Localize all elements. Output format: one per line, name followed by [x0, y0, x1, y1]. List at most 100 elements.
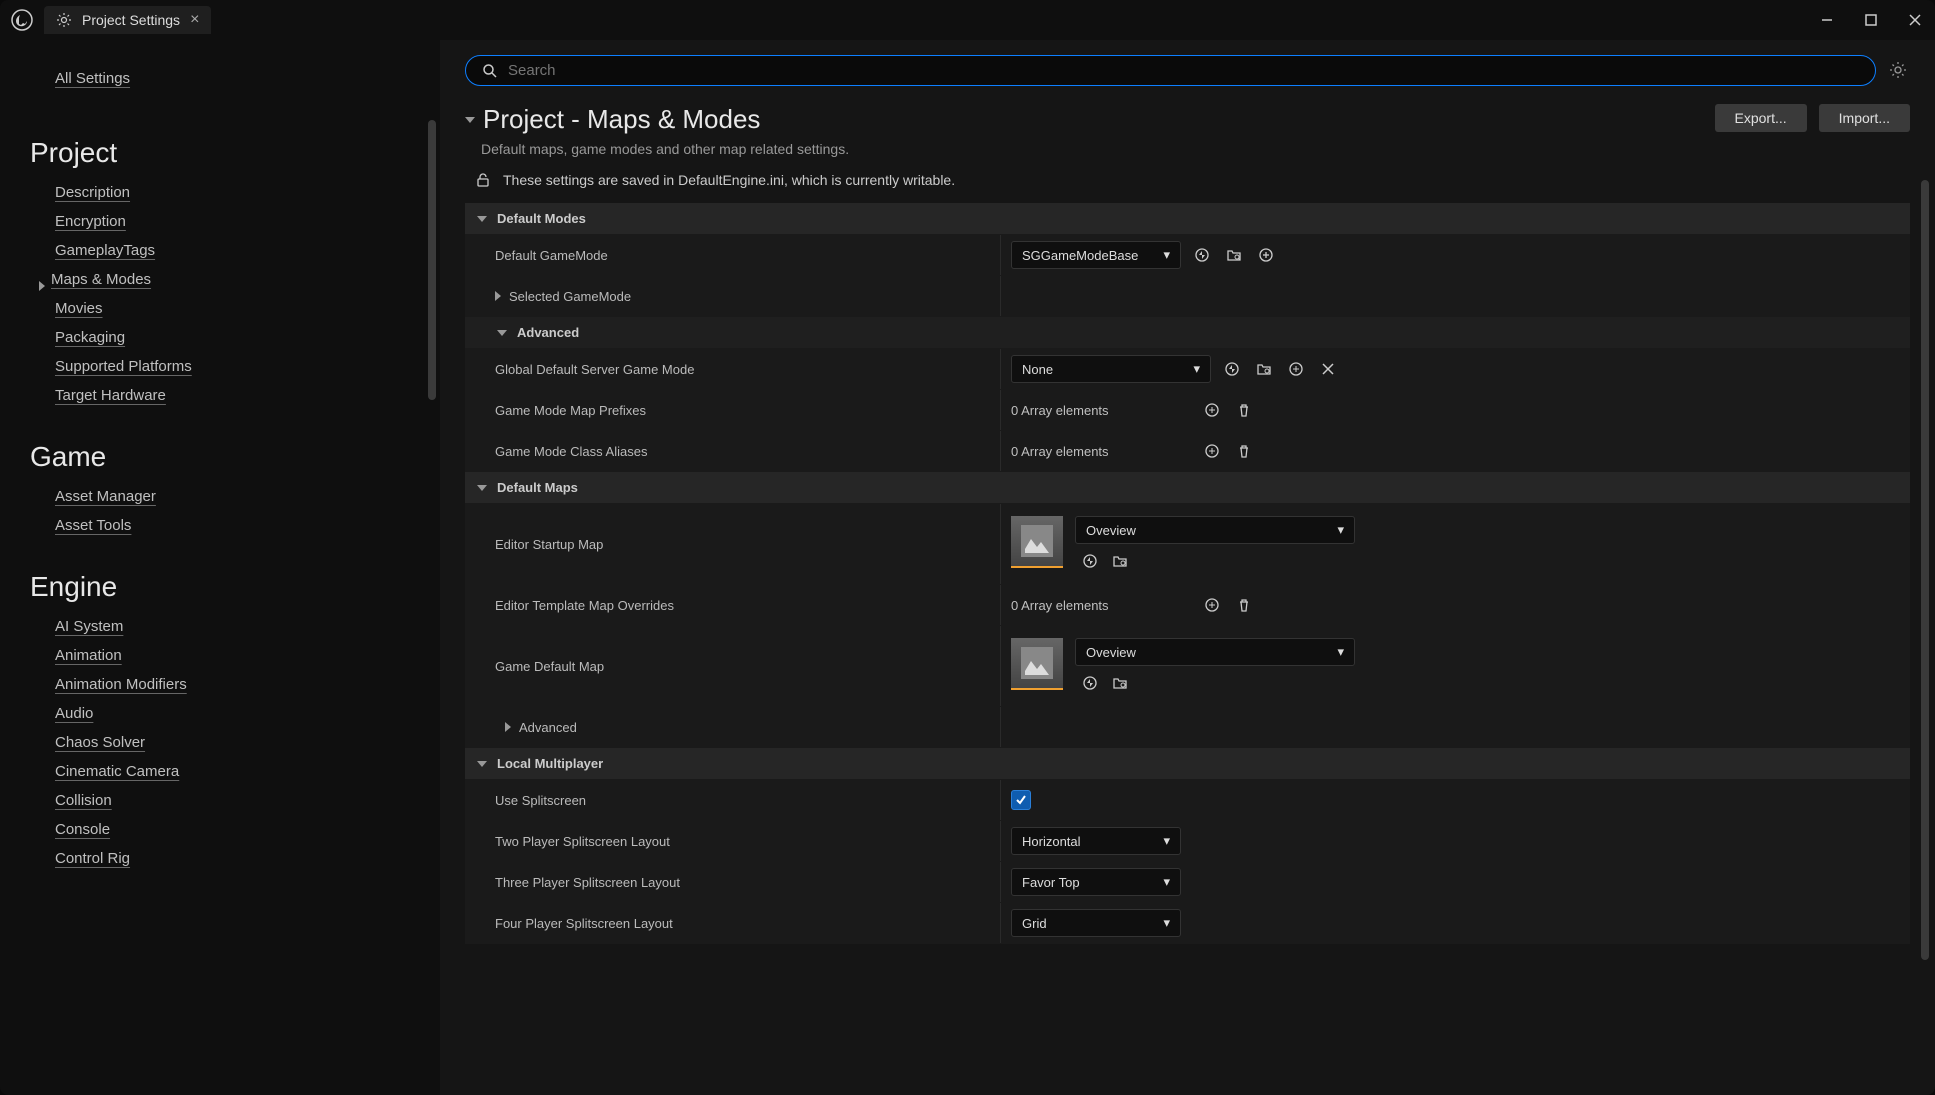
clear-icon[interactable]: [1317, 358, 1339, 380]
chevron-right-icon: [495, 291, 501, 301]
minimize-button[interactable]: [1815, 8, 1839, 32]
global-server-gm-dropdown[interactable]: None ▾: [1011, 355, 1211, 383]
use-selected-icon[interactable]: [1079, 550, 1101, 572]
chevron-right-icon: [39, 281, 45, 291]
default-gamemode-dropdown[interactable]: SGGameModeBase ▾: [1011, 241, 1181, 269]
map-thumbnail-icon[interactable]: [1011, 638, 1063, 690]
sidebar-item-animation-modifiers[interactable]: Animation Modifiers: [55, 676, 187, 693]
search-icon: [482, 63, 498, 79]
sidebar-scrollbar[interactable]: [428, 120, 436, 400]
chevron-down-icon: [477, 761, 487, 767]
browse-icon[interactable]: [1253, 358, 1275, 380]
prop-label-three-player: Three Player Splitscreen Layout: [465, 875, 1000, 890]
array-count: 0 Array elements: [1011, 444, 1191, 459]
array-count: 0 Array elements: [1011, 403, 1191, 418]
add-element-icon[interactable]: [1201, 399, 1223, 421]
game-default-map-dropdown[interactable]: Oveview ▾: [1075, 638, 1355, 666]
delete-icon[interactable]: [1233, 440, 1255, 462]
delete-icon[interactable]: [1233, 594, 1255, 616]
browse-icon[interactable]: [1223, 244, 1245, 266]
sidebar-item-console[interactable]: Console: [55, 821, 110, 838]
sidebar-item-asset-tools[interactable]: Asset Tools: [55, 517, 131, 534]
writable-notice: These settings are saved in DefaultEngin…: [475, 172, 1910, 188]
browse-icon[interactable]: [1109, 672, 1131, 694]
sidebar-item-description[interactable]: Description: [55, 184, 130, 201]
prop-label-game-default-map: Game Default Map: [465, 659, 1000, 674]
two-player-dropdown[interactable]: Horizontal ▾: [1011, 827, 1181, 855]
sidebar-item-chaos-solver[interactable]: Chaos Solver: [55, 734, 145, 751]
prop-label-four-player: Four Player Splitscreen Layout: [465, 916, 1000, 931]
titlebar: Project Settings ×: [0, 0, 1935, 40]
sidebar-item-supported-platforms[interactable]: Supported Platforms: [55, 358, 192, 375]
sidebar-category-engine: Engine: [30, 571, 430, 603]
add-icon[interactable]: [1255, 244, 1277, 266]
browse-icon[interactable]: [1109, 550, 1131, 572]
page-subtitle: Default maps, game modes and other map r…: [481, 141, 1715, 157]
sidebar-item-movies[interactable]: Movies: [55, 300, 103, 317]
prop-label-two-player: Two Player Splitscreen Layout: [465, 834, 1000, 849]
prop-label-selected-gamemode[interactable]: Selected GameMode: [465, 289, 1000, 304]
search-box[interactable]: [465, 55, 1876, 86]
search-row: [465, 55, 1910, 86]
add-icon[interactable]: [1285, 358, 1307, 380]
use-selected-icon[interactable]: [1221, 358, 1243, 380]
search-input[interactable]: [508, 62, 1859, 79]
unreal-logo-icon: [8, 6, 36, 34]
array-count: 0 Array elements: [1011, 598, 1191, 613]
use-selected-icon[interactable]: [1079, 672, 1101, 694]
section-advanced[interactable]: Advanced: [465, 317, 1910, 349]
gear-icon: [56, 12, 72, 28]
titlebar-left: Project Settings ×: [8, 6, 211, 34]
heading-row: Project - Maps & Modes Default maps, gam…: [465, 104, 1910, 157]
chevron-down-icon: [477, 216, 487, 222]
chevron-down-icon: ▾: [1163, 247, 1170, 263]
section-default-modes[interactable]: Default Modes: [465, 203, 1910, 235]
sidebar-item-target-hardware[interactable]: Target Hardware: [55, 387, 166, 404]
section-local-multiplayer[interactable]: Local Multiplayer: [465, 748, 1910, 780]
prop-label-gm-prefixes: Game Mode Map Prefixes: [465, 403, 1000, 418]
settings-gear-button[interactable]: [1888, 60, 1910, 82]
export-button[interactable]: Export...: [1715, 104, 1807, 132]
tab-project-settings[interactable]: Project Settings ×: [44, 6, 211, 34]
sidebar-item-collision[interactable]: Collision: [55, 792, 112, 809]
three-player-dropdown[interactable]: Favor Top ▾: [1011, 868, 1181, 896]
window-controls: [1815, 8, 1927, 32]
section-default-maps[interactable]: Default Maps: [465, 472, 1910, 504]
chevron-down-icon[interactable]: [465, 117, 475, 123]
sidebar-item-ai-system[interactable]: AI System: [55, 618, 123, 635]
sidebar-item-maps-modes[interactable]: Maps & Modes: [51, 271, 151, 288]
unlock-icon: [475, 172, 491, 188]
sidebar-item-gameplaytags[interactable]: GameplayTags: [55, 242, 155, 259]
prop-label-global-server-gm: Global Default Server Game Mode: [465, 362, 1000, 377]
sidebar-all-settings[interactable]: All Settings: [55, 70, 130, 87]
editor-startup-map-dropdown[interactable]: Oveview ▾: [1075, 516, 1355, 544]
sidebar-item-audio[interactable]: Audio: [55, 705, 93, 722]
chevron-right-icon: [505, 722, 511, 732]
sidebar-item-control-rig[interactable]: Control Rig: [55, 850, 130, 867]
delete-icon[interactable]: [1233, 399, 1255, 421]
close-icon[interactable]: ×: [190, 12, 199, 28]
add-element-icon[interactable]: [1201, 440, 1223, 462]
sidebar-item-cinematic-camera[interactable]: Cinematic Camera: [55, 763, 179, 780]
close-button[interactable]: [1903, 8, 1927, 32]
sidebar-item-encryption[interactable]: Encryption: [55, 213, 126, 230]
add-element-icon[interactable]: [1201, 594, 1223, 616]
sidebar-item-animation[interactable]: Animation: [55, 647, 122, 664]
sidebar-item-asset-manager[interactable]: Asset Manager: [55, 488, 156, 505]
map-thumbnail-icon[interactable]: [1011, 516, 1063, 568]
prop-label-advanced2[interactable]: Advanced: [465, 720, 1000, 735]
content: Project - Maps & Modes Default maps, gam…: [440, 40, 1935, 1095]
maximize-button[interactable]: [1859, 8, 1883, 32]
use-splitscreen-checkbox[interactable]: [1011, 790, 1031, 810]
content-scrollbar[interactable]: [1921, 180, 1929, 960]
use-selected-icon[interactable]: [1191, 244, 1213, 266]
sidebar-category-game: Game: [30, 441, 430, 473]
project-settings-window: Project Settings × All Settings Project …: [0, 0, 1935, 1095]
chevron-down-icon: ▾: [1337, 644, 1344, 660]
sidebar-item-packaging[interactable]: Packaging: [55, 329, 125, 346]
chevron-down-icon: ▾: [1193, 361, 1200, 377]
page-title: Project - Maps & Modes: [465, 104, 1715, 135]
four-player-dropdown[interactable]: Grid ▾: [1011, 909, 1181, 937]
import-button[interactable]: Import...: [1819, 104, 1910, 132]
prop-label-default-gamemode: Default GameMode: [465, 248, 1000, 263]
